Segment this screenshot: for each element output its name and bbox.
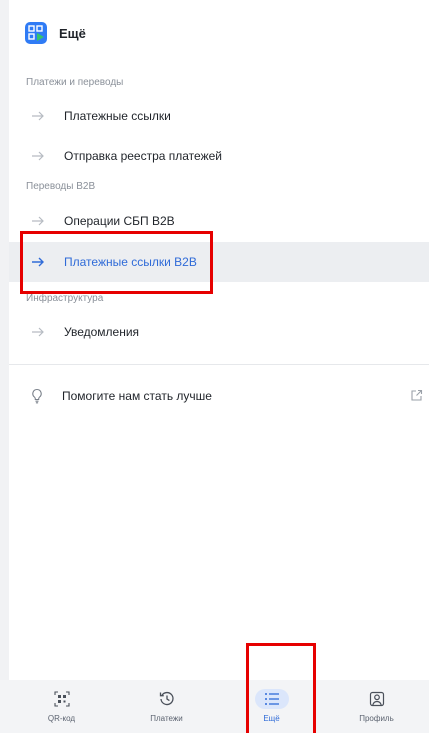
tab-profile[interactable]: Профиль xyxy=(324,680,429,733)
more-screen: Ещё Платежи и переводы Платежные ссылки … xyxy=(9,0,429,733)
tab-payments[interactable]: Платежи xyxy=(114,680,219,733)
header: Ещё xyxy=(9,0,429,66)
external-link-icon[interactable] xyxy=(410,389,423,402)
section-label-infrastructure: Инфраструктура xyxy=(26,293,104,304)
menu-item-payment-registry[interactable]: Отправка реестра платежей xyxy=(9,136,429,176)
annotation-highlight-menu-item xyxy=(20,231,213,294)
arrow-right-icon xyxy=(32,111,44,121)
tab-label: Профиль xyxy=(359,714,394,723)
divider xyxy=(9,364,429,365)
menu-item-notifications[interactable]: Уведомления xyxy=(9,312,429,352)
feedback-link[interactable]: Помогите нам стать лучше xyxy=(9,382,429,410)
arrow-right-icon xyxy=(32,151,44,161)
annotation-highlight-more-tab xyxy=(246,643,316,733)
menu-item-label: Отправка реестра платежей xyxy=(64,149,222,163)
arrow-right-icon xyxy=(32,327,44,337)
menu-item-label: Операции СБП B2B xyxy=(64,214,175,228)
menu-item-payment-links[interactable]: Платежные ссылки xyxy=(9,96,429,136)
profile-icon xyxy=(369,691,384,707)
tab-label: Платежи xyxy=(150,714,183,723)
menu-item-label: Платежные ссылки xyxy=(64,109,171,123)
page-title: Ещё xyxy=(59,25,86,41)
menu-item-label: Уведомления xyxy=(64,325,140,339)
arrow-right-icon xyxy=(32,216,44,226)
left-edge-strip xyxy=(0,0,9,733)
tab-label: QR-код xyxy=(47,714,76,723)
lightbulb-icon xyxy=(32,388,42,404)
qr-app-icon xyxy=(25,22,47,44)
history-icon xyxy=(159,691,174,706)
section-label-b2b: Переводы B2B xyxy=(26,181,96,192)
bottom-tab-bar: QR-код Платежи Ещё Профиль xyxy=(9,680,429,733)
feedback-label: Помогите нам стать лучше xyxy=(62,389,212,403)
section-label-payments: Платежи и переводы xyxy=(26,77,124,88)
tab-qr-code[interactable]: QR-код xyxy=(9,680,114,733)
qr-code-icon xyxy=(53,691,70,707)
